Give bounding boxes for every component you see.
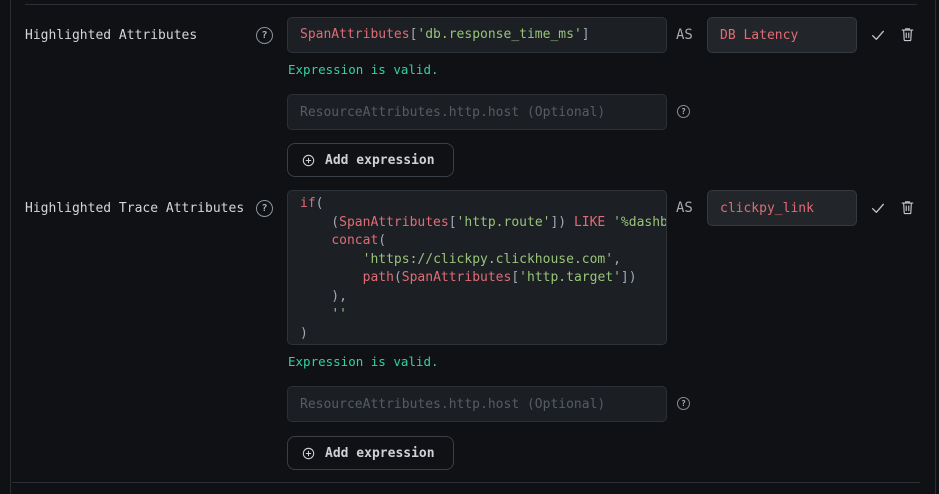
field-label: Highlighted Attributes (25, 28, 197, 43)
add-expression-label: Add expression (325, 153, 435, 168)
alias-input[interactable] (707, 17, 857, 53)
delete-expression-button[interactable] (898, 25, 917, 45)
trash-icon (899, 198, 916, 219)
add-expression-button[interactable]: Add expression (287, 436, 454, 470)
bottom-divider (12, 482, 920, 483)
trash-icon (899, 25, 916, 46)
delete-expression-button[interactable] (898, 198, 917, 218)
check-icon (870, 200, 886, 219)
help-icon[interactable]: ? (256, 200, 273, 217)
confirm-expression-button[interactable] (869, 27, 887, 45)
check-icon (870, 27, 886, 46)
alias-input[interactable] (707, 190, 857, 226)
attributes-settings-panel: Highlighted Attributes ? SpanAttributes[… (0, 0, 939, 494)
as-label: AS (676, 200, 693, 216)
confirm-expression-button[interactable] (869, 200, 887, 218)
highlighted-trace-attributes-row: Highlighted Trace Attributes ? if( (Span… (0, 190, 939, 475)
expression-editor[interactable]: SpanAttributes['db.response_time_ms'] (287, 17, 667, 53)
add-expression-button[interactable]: Add expression (287, 143, 454, 177)
validation-message: Expression is valid. (288, 354, 439, 369)
help-icon[interactable]: ? (677, 397, 690, 410)
top-divider (25, 4, 917, 5)
plus-circle-icon (301, 446, 316, 461)
plus-circle-icon (301, 153, 316, 168)
highlighted-attributes-row: Highlighted Attributes ? SpanAttributes[… (0, 17, 939, 182)
optional-expression-input[interactable] (287, 386, 667, 422)
expression-editor[interactable]: if( (SpanAttributes['http.route']) LIKE … (287, 190, 667, 345)
add-expression-label: Add expression (325, 446, 435, 461)
help-icon[interactable]: ? (677, 105, 690, 118)
help-icon[interactable]: ? (256, 27, 273, 44)
field-label: Highlighted Trace Attributes (25, 201, 244, 216)
as-label: AS (676, 27, 693, 43)
optional-expression-input[interactable] (287, 94, 667, 130)
validation-message: Expression is valid. (288, 62, 439, 77)
